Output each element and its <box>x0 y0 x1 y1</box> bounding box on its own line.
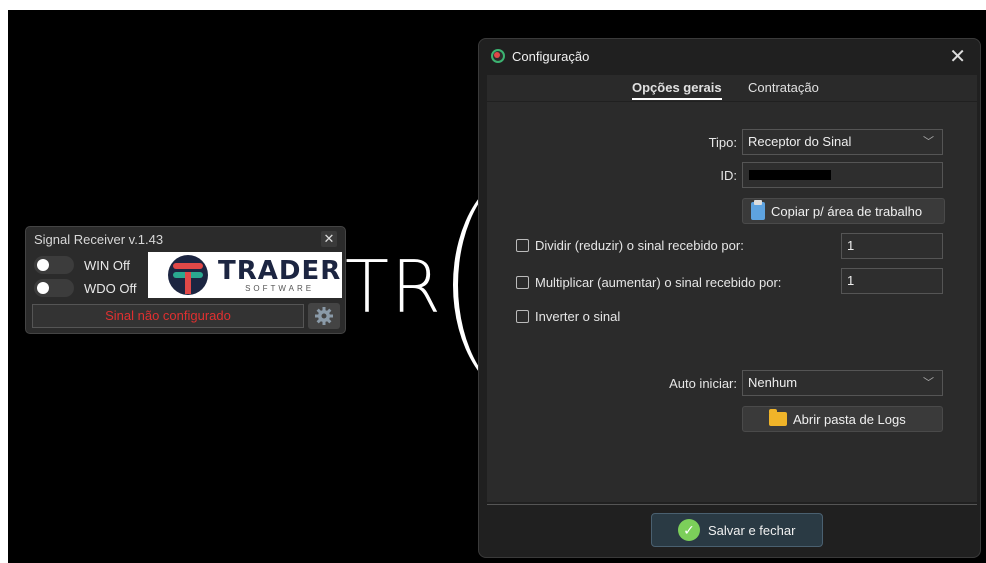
chevron-down-icon: ﹀ <box>923 136 934 148</box>
widget-close-button[interactable]: ✕ <box>321 231 337 247</box>
chevron-down-icon: ﹀ <box>923 377 934 389</box>
divide-input[interactable]: 1 <box>841 233 943 259</box>
configuration-dialog: Configuração ✕ Opções gerais Contratação… <box>478 38 981 558</box>
wdo-toggle-row: WDO Off <box>34 278 136 298</box>
widget-title: Signal Receiver v.1.43 <box>34 232 164 247</box>
type-label: Tipo: <box>708 135 737 150</box>
invert-label: Inverter o sinal <box>535 309 621 324</box>
win-toggle[interactable] <box>34 256 74 274</box>
tab-bar: Opções gerais Contratação <box>487 75 977 101</box>
id-label: ID: <box>720 168 737 183</box>
wdo-toggle-label: WDO Off <box>84 280 137 296</box>
trader-software-logo: TRADER SOFTWARE <box>148 252 342 298</box>
multiply-label: Multiplicar (aumentar) o sinal recebido … <box>535 275 782 290</box>
divide-label: Dividir (reduzir) o sinal recebido por: <box>535 238 744 253</box>
gear-icon <box>315 307 333 325</box>
multiply-input[interactable]: 1 <box>841 268 943 294</box>
multiply-row: Multiplicar (aumentar) o sinal recebido … <box>516 275 781 290</box>
auto-start-select[interactable]: Nenhum ﹀ <box>742 370 943 396</box>
check-icon: ✓ <box>678 519 700 541</box>
type-select[interactable]: Receptor do Sinal ﹀ <box>742 129 943 155</box>
app-icon <box>491 49 505 63</box>
auto-start-label: Auto iniciar: <box>669 376 737 391</box>
signal-status: Sinal não configurado <box>32 304 304 328</box>
auto-start-value: Nenhum <box>748 375 798 390</box>
save-button-label: Salvar e fechar <box>708 522 796 538</box>
footer-divider <box>487 504 977 505</box>
divide-row: Dividir (reduzir) o sinal recebido por: <box>516 238 744 253</box>
type-select-value: Receptor do Sinal <box>748 134 852 149</box>
general-options-panel: Tipo: Receptor do Sinal ﹀ ID: Copiar p/ … <box>487 102 977 502</box>
id-field[interactable] <box>742 162 943 188</box>
tab-general-options[interactable]: Opções gerais <box>632 80 722 100</box>
wdo-toggle[interactable] <box>34 279 74 297</box>
redacted-id <box>749 170 831 180</box>
open-logs-label: Abrir pasta de Logs <box>793 411 906 427</box>
win-toggle-row: WIN Off <box>34 255 130 275</box>
open-logs-folder-button[interactable]: Abrir pasta de Logs <box>742 406 943 432</box>
save-and-close-button[interactable]: ✓ Salvar e fechar <box>651 513 823 547</box>
logo-sub-text: SOFTWARE <box>245 283 315 293</box>
tab-contracting[interactable]: Contratação <box>748 80 819 95</box>
dialog-title: Configuração <box>512 49 590 64</box>
logo-main-text: TRADER <box>218 255 342 286</box>
invert-row: Inverter o sinal <box>516 309 620 324</box>
trader-logo-icon <box>168 255 208 295</box>
clipboard-icon <box>751 200 765 220</box>
win-toggle-label: WIN Off <box>84 257 130 273</box>
copy-button-label: Copiar p/ área de trabalho <box>771 203 923 219</box>
multiply-checkbox[interactable] <box>516 276 529 289</box>
divide-checkbox[interactable] <box>516 239 529 252</box>
dialog-close-button[interactable]: ✕ <box>949 44 966 69</box>
settings-button[interactable] <box>308 303 340 329</box>
signal-receiver-widget: Signal Receiver v.1.43 ✕ WIN Off WDO Off… <box>25 226 346 334</box>
folder-icon <box>769 409 787 426</box>
background-logo-text: TR <box>345 245 444 329</box>
copy-to-clipboard-button[interactable]: Copiar p/ área de trabalho <box>742 198 945 224</box>
invert-checkbox[interactable] <box>516 310 529 323</box>
